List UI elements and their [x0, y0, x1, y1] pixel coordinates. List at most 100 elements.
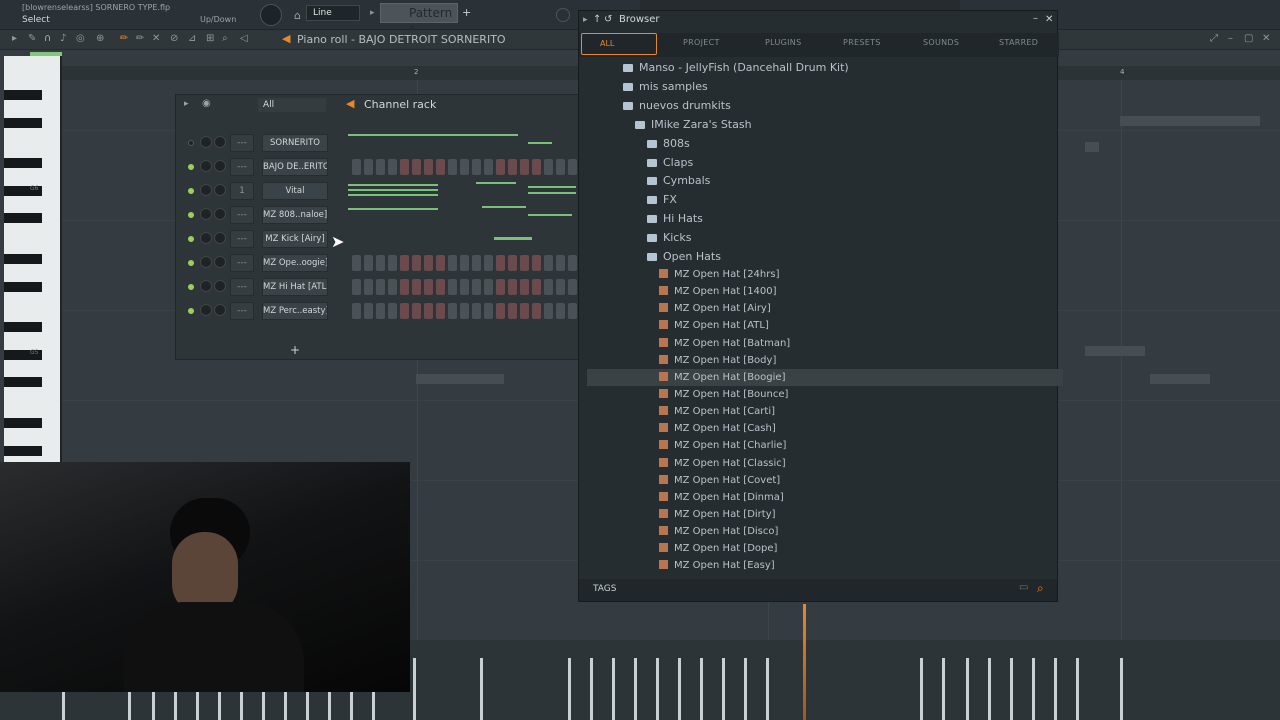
note[interactable]	[1120, 116, 1260, 126]
channel-enable-led[interactable]	[188, 260, 194, 266]
browser-folder[interactable]: Cymbals	[587, 172, 1063, 190]
tab-project[interactable]: PROJECT	[683, 38, 720, 47]
step-sequencer[interactable]	[352, 279, 580, 295]
browser-folder[interactable]: 808s	[587, 135, 1063, 153]
record-icon[interactable]: ◎	[76, 33, 85, 44]
volume-knob[interactable]	[214, 136, 226, 148]
volume-knob[interactable]	[214, 184, 226, 196]
channel-name-button[interactable]: Vital	[262, 182, 328, 200]
pan-knob[interactable]	[200, 160, 212, 172]
pattern-selector[interactable]: Pattern 1	[380, 3, 458, 38]
note[interactable]	[416, 374, 504, 384]
mixer-track[interactable]: ---	[230, 254, 254, 272]
mixer-track[interactable]: ---	[230, 158, 254, 176]
browser-file[interactable]: MZ Open Hat [Charlie]	[587, 437, 1063, 454]
browser-folder[interactable]: Open Hats	[587, 248, 1063, 266]
channel-name-button[interactable]: MZ Kick [Airy]	[262, 230, 328, 248]
volume-knob[interactable]	[214, 304, 226, 316]
arrow-icon[interactable]: ▸	[12, 33, 17, 44]
channel-enable-led[interactable]	[188, 164, 194, 170]
browser-folder[interactable]: FX	[587, 191, 1063, 209]
up-arrow-icon[interactable]: ↑	[593, 14, 601, 25]
channel-pianoroll-preview[interactable]	[346, 180, 576, 202]
channel-pianoroll-preview[interactable]	[346, 134, 576, 152]
browser-folder[interactable]: IMike Zara's Stash	[587, 116, 1063, 134]
tab-all[interactable]: ALL	[581, 33, 657, 55]
minimize-icon[interactable]: –	[1033, 13, 1038, 24]
note[interactable]	[1085, 346, 1145, 356]
browser-file[interactable]: MZ Open Hat [Batman]	[587, 335, 1063, 352]
volume-knob[interactable]	[214, 160, 226, 172]
pan-knob[interactable]	[200, 208, 212, 220]
browser-file[interactable]: MZ Open Hat [Dope]	[587, 540, 1063, 557]
channel-enable-led[interactable]	[188, 212, 194, 218]
add-channel-button[interactable]: +	[290, 343, 300, 357]
piano-keyboard[interactable]: G6 G5	[4, 56, 62, 463]
playback-tool-icon[interactable]: ◁	[240, 33, 248, 44]
pattern-arrow-icon[interactable]: ▸	[370, 8, 375, 18]
browser-file[interactable]: MZ Open Hat [1400]	[587, 283, 1063, 300]
browser-file[interactable]: MZ Open Hat [Dirty]	[587, 506, 1063, 523]
mixer-track[interactable]: 1	[230, 182, 254, 200]
channel-name-button[interactable]: MZ 808..naloe]	[262, 206, 328, 224]
tab-starred[interactable]: STARRED	[999, 38, 1038, 47]
close-icon[interactable]: ✕	[1045, 14, 1053, 25]
channel-filter-select[interactable]: All	[258, 98, 326, 112]
browser-file[interactable]: MZ Open Hat [Body]	[587, 352, 1063, 369]
mixer-track[interactable]: ---	[230, 134, 254, 152]
pencil-tool-icon[interactable]: ✏	[120, 33, 128, 44]
select-tool-icon[interactable]: ⊞	[206, 33, 214, 44]
snap-mode-select[interactable]: Line	[306, 5, 360, 21]
magnet-snap-icon[interactable]: ∩	[44, 33, 51, 44]
pan-knob[interactable]	[200, 304, 212, 316]
browser-file[interactable]: MZ Open Hat [Covet]	[587, 472, 1063, 489]
browser-file[interactable]: MZ Open Hat [Carti]	[587, 403, 1063, 420]
pan-knob[interactable]	[200, 256, 212, 268]
channel-name-button[interactable]: MZ Hi Hat [ATL]	[262, 278, 328, 296]
volume-knob[interactable]	[214, 280, 226, 292]
pan-knob[interactable]	[200, 184, 212, 196]
channel-enable-led[interactable]	[188, 140, 194, 146]
pan-knob[interactable]	[200, 280, 212, 292]
mixer-track[interactable]: ---	[230, 278, 254, 296]
note[interactable]	[1150, 374, 1210, 384]
mixer-track[interactable]: ---	[230, 302, 254, 320]
browser-folder[interactable]: Kicks	[587, 229, 1063, 247]
updown-label[interactable]: Up/Down	[200, 15, 236, 24]
browser-file[interactable]: MZ Open Hat [Easy]	[587, 557, 1063, 574]
channel-enable-led[interactable]	[188, 284, 194, 290]
minimize-icon[interactable]: –	[1228, 33, 1233, 44]
channel-pianoroll-preview[interactable]	[346, 204, 576, 226]
channel-enable-led[interactable]	[188, 308, 194, 314]
browser-file[interactable]: MZ Open Hat [24hrs]	[587, 266, 1063, 283]
browser-file[interactable]: MZ Open Hat [Bounce]	[587, 386, 1063, 403]
mixer-track[interactable]: ---	[230, 206, 254, 224]
volume-knob[interactable]	[214, 232, 226, 244]
zoom-tool-icon[interactable]: ⌕	[222, 33, 228, 44]
tempo-knob-icon[interactable]	[556, 8, 570, 22]
wrench-icon[interactable]: ✎	[28, 33, 36, 44]
folder-icon[interactable]: ▭	[1019, 582, 1028, 593]
channel-enable-led[interactable]	[188, 236, 194, 242]
swing-knob-icon[interactable]: ◉	[202, 98, 211, 109]
maximize-icon[interactable]: ▢	[1244, 33, 1253, 44]
step-icon[interactable]: ⊕	[96, 33, 104, 44]
browser-menu-arrow-icon[interactable]: ▸	[583, 15, 588, 25]
slice-tool-icon[interactable]: ⊿	[188, 33, 196, 44]
pan-knob[interactable]	[200, 136, 212, 148]
browser-folder[interactable]: Claps	[587, 154, 1063, 172]
volume-knob[interactable]	[214, 208, 226, 220]
browser-file[interactable]: MZ Open Hat [Classic]	[587, 455, 1063, 472]
channel-name-button[interactable]: MZ Ope..oogie]	[262, 254, 328, 272]
mixer-track[interactable]: ---	[230, 230, 254, 248]
pan-knob[interactable]	[200, 232, 212, 244]
search-icon[interactable]: ⌕	[1037, 581, 1044, 596]
play-icon[interactable]: ♪	[60, 33, 66, 44]
browser-file[interactable]: MZ Open Hat [Airy]	[587, 300, 1063, 317]
expand-arrow-icon[interactable]: ▸	[184, 99, 189, 109]
playhead[interactable]	[803, 604, 806, 720]
mute-tool-icon[interactable]: ⊘	[170, 33, 178, 44]
channel-enable-led[interactable]	[188, 188, 194, 194]
close-icon[interactable]: ✕	[1262, 33, 1270, 44]
step-sequencer[interactable]	[352, 159, 580, 175]
